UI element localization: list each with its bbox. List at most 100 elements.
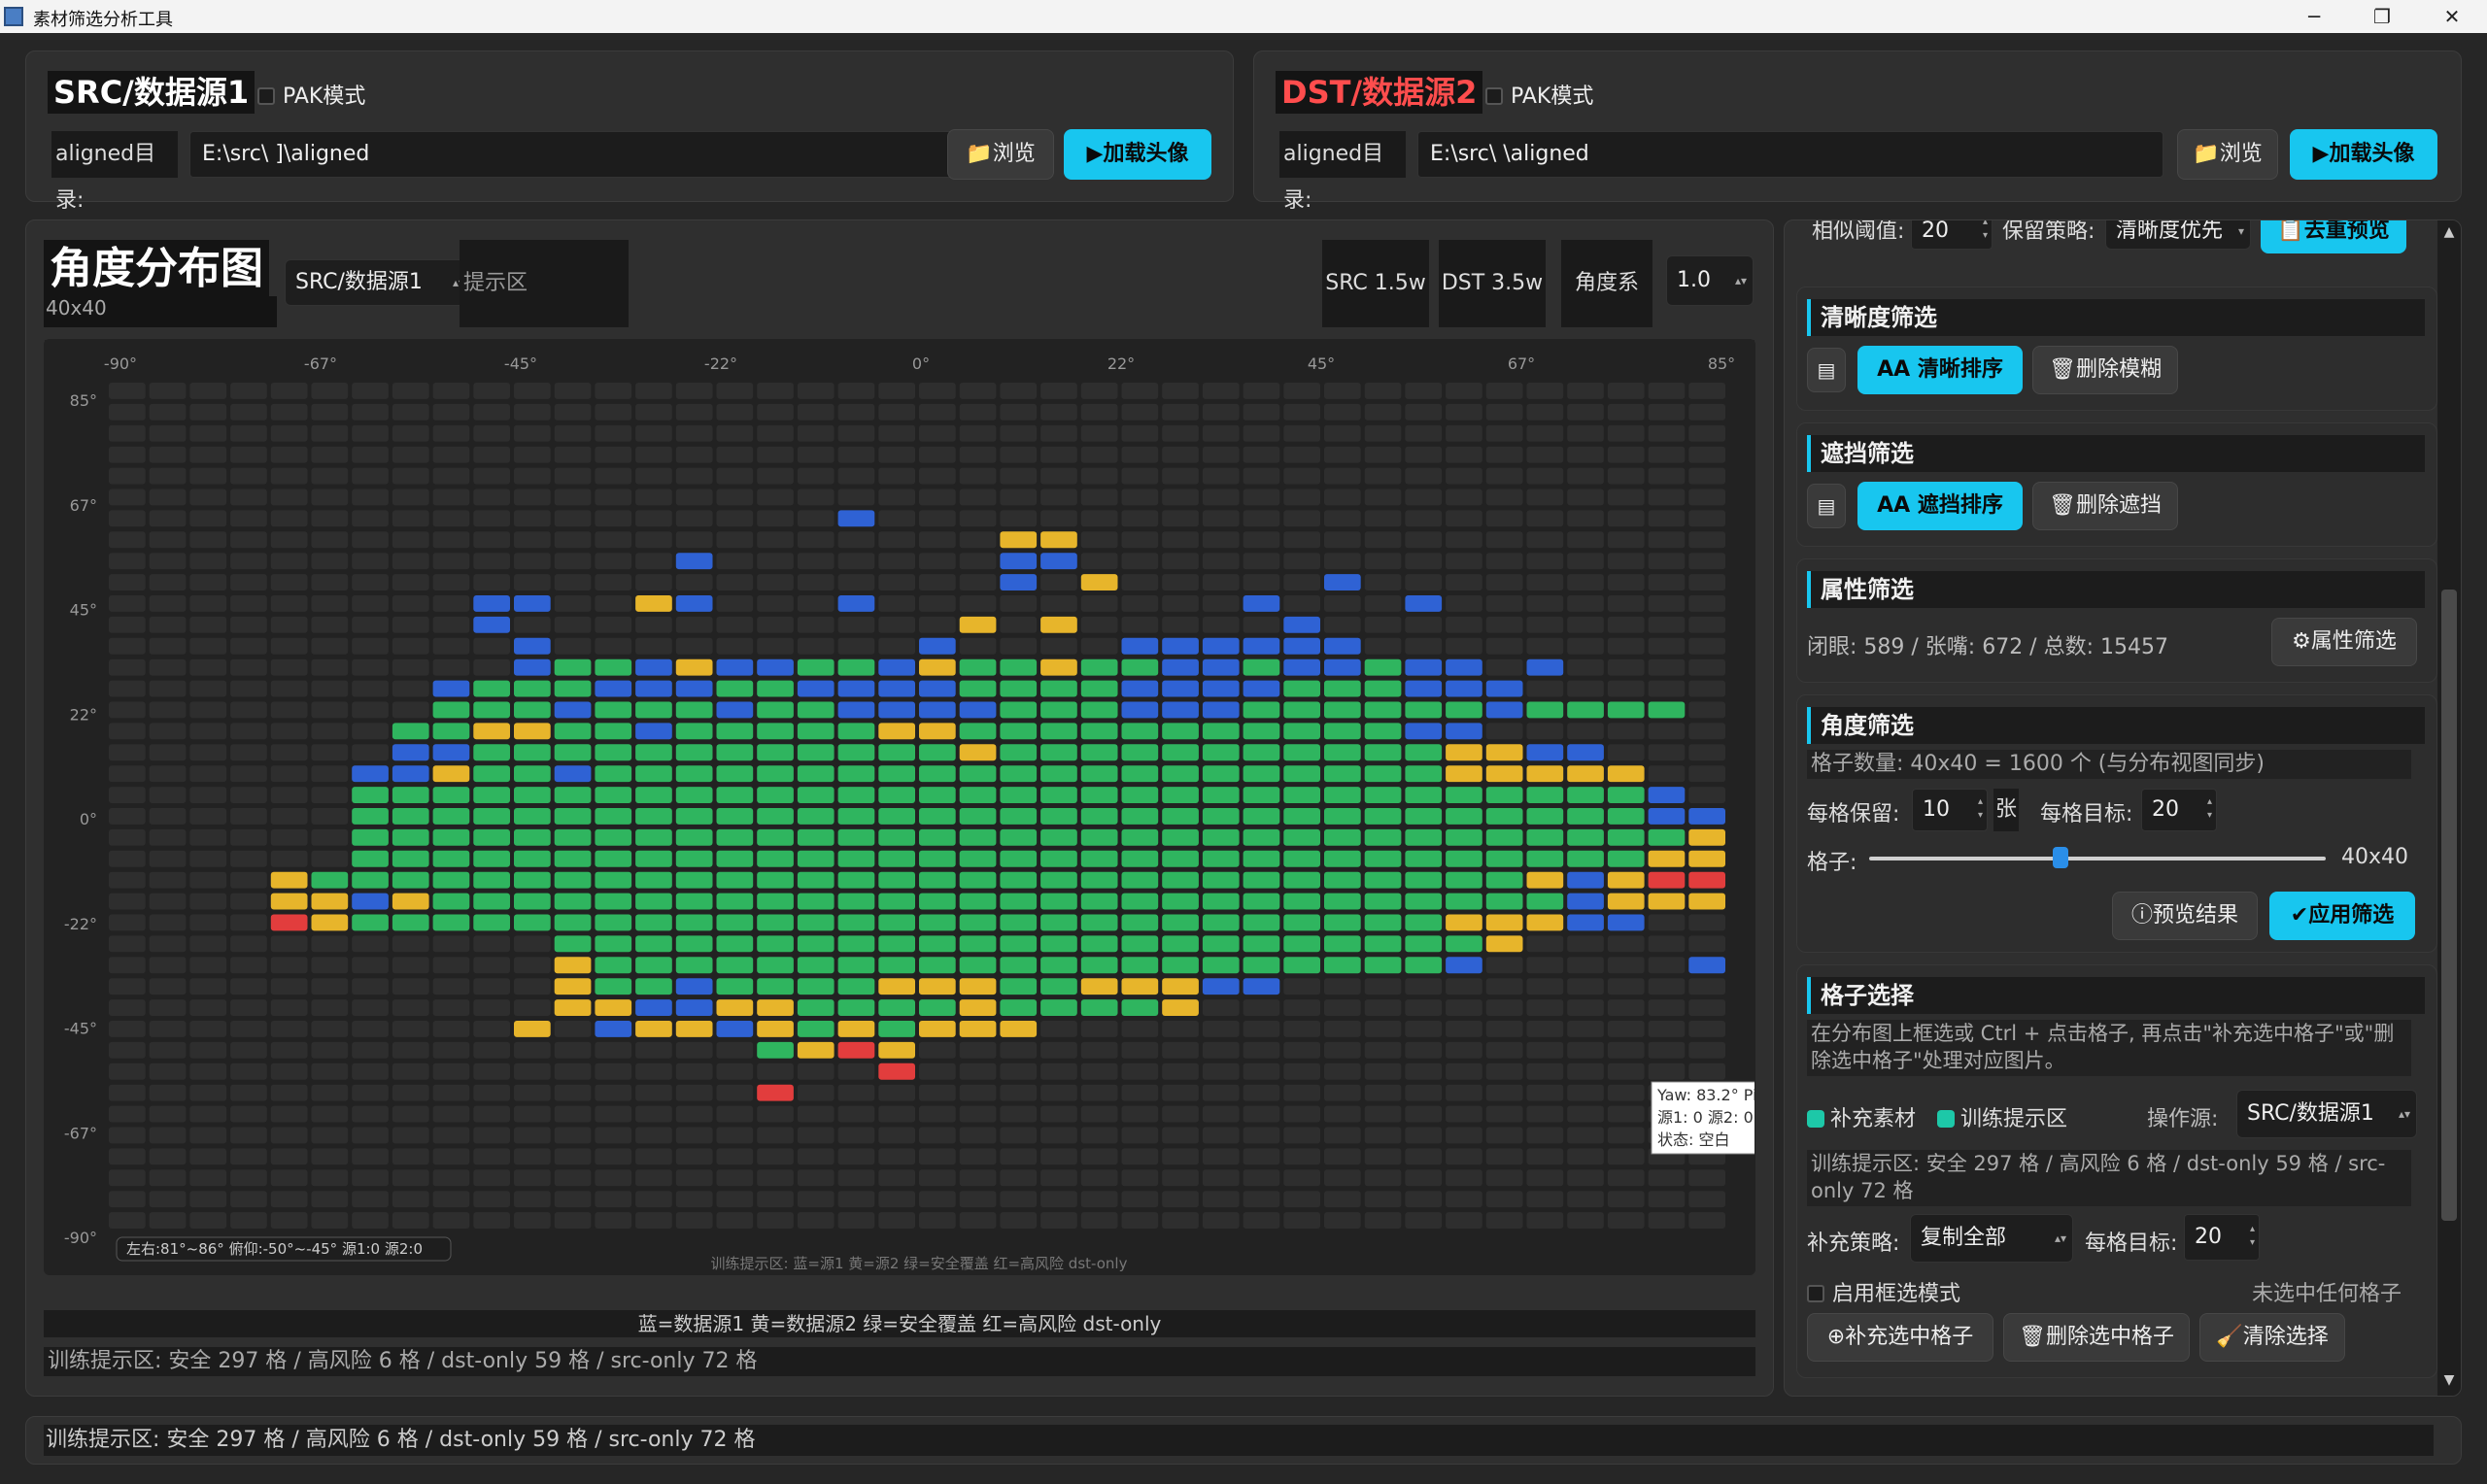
heatmap-cell[interactable] [1080, 701, 1118, 719]
empty-cell[interactable] [189, 1041, 227, 1059]
empty-cell[interactable] [1567, 1148, 1604, 1165]
empty-cell[interactable] [230, 1127, 267, 1144]
empty-cell[interactable] [149, 999, 187, 1016]
heatmap-cell[interactable] [675, 999, 713, 1016]
empty-cell[interactable] [635, 1169, 672, 1187]
empty-cell[interactable] [432, 1191, 470, 1208]
empty-cell[interactable] [1324, 595, 1361, 612]
empty-cell[interactable] [1040, 1105, 1077, 1123]
empty-cell[interactable] [635, 403, 672, 421]
empty-cell[interactable] [554, 1191, 592, 1208]
heatmap-cell[interactable] [1000, 765, 1038, 783]
heatmap-cell[interactable] [432, 744, 470, 761]
empty-cell[interactable] [635, 1041, 672, 1059]
heatmap-cell[interactable] [878, 978, 915, 995]
heatmap-cell[interactable] [675, 787, 713, 803]
heatmap-cell[interactable] [919, 999, 956, 1016]
empty-cell[interactable] [230, 1021, 267, 1037]
empty-cell[interactable] [311, 616, 349, 633]
heatmap-cell[interactable] [635, 595, 672, 612]
empty-cell[interactable] [392, 553, 429, 570]
empty-cell[interactable] [959, 403, 997, 421]
heatmap-cell[interactable] [635, 893, 672, 910]
heatmap-cell[interactable] [473, 893, 510, 910]
heatmap-cell[interactable] [1202, 658, 1240, 676]
heatmap-cell[interactable] [392, 914, 429, 931]
heatmap-cell[interactable] [1485, 744, 1523, 761]
empty-cell[interactable] [230, 637, 267, 655]
empty-cell[interactable] [1283, 999, 1320, 1016]
empty-cell[interactable] [797, 637, 835, 655]
empty-cell[interactable] [230, 531, 267, 549]
heatmap-cell[interactable] [837, 893, 875, 910]
empty-cell[interactable] [554, 637, 592, 655]
empty-cell[interactable] [352, 1084, 389, 1101]
heatmap-cell[interactable] [1526, 871, 1564, 889]
empty-cell[interactable] [837, 489, 875, 506]
heatmap-cell[interactable] [554, 871, 592, 889]
empty-cell[interactable] [595, 446, 632, 463]
empty-cell[interactable] [1526, 1127, 1564, 1144]
empty-cell[interactable] [230, 787, 267, 803]
empty-cell[interactable] [1364, 531, 1402, 549]
empty-cell[interactable] [1243, 1169, 1280, 1187]
empty-cell[interactable] [432, 574, 470, 590]
empty-cell[interactable] [959, 574, 997, 590]
heatmap-cell[interactable] [1405, 957, 1443, 974]
empty-cell[interactable] [837, 1169, 875, 1187]
heatmap-cell[interactable] [837, 658, 875, 676]
heatmap-cell[interactable] [1121, 680, 1159, 697]
heatmap-cell[interactable] [1648, 701, 1686, 719]
heatmap-cell[interactable] [1526, 893, 1564, 910]
empty-cell[interactable] [352, 978, 389, 995]
heatmap-cell[interactable] [757, 723, 794, 740]
empty-cell[interactable] [959, 446, 997, 463]
empty-cell[interactable] [189, 808, 227, 825]
heatmap-cell[interactable] [1567, 765, 1604, 783]
heatmap-cell[interactable] [675, 553, 713, 570]
empty-cell[interactable] [1688, 510, 1725, 527]
empty-cell[interactable] [1688, 1212, 1725, 1229]
heatmap-cell[interactable] [757, 935, 794, 953]
heatmap-cell[interactable] [1324, 680, 1361, 697]
empty-cell[interactable] [1485, 595, 1523, 612]
empty-cell[interactable] [311, 808, 349, 825]
empty-cell[interactable] [1688, 723, 1725, 740]
empty-cell[interactable] [473, 1169, 510, 1187]
empty-cell[interactable] [1000, 616, 1038, 633]
empty-cell[interactable] [1283, 403, 1320, 421]
empty-cell[interactable] [1526, 446, 1564, 463]
heatmap-cell[interactable] [392, 723, 429, 740]
empty-cell[interactable] [1283, 553, 1320, 570]
train-hint-toggle[interactable]: 训练提示区 [1937, 1101, 2067, 1132]
empty-cell[interactable] [1283, 595, 1320, 612]
heatmap-cell[interactable] [473, 828, 510, 846]
empty-cell[interactable] [1526, 531, 1564, 549]
empty-cell[interactable] [1121, 1127, 1159, 1144]
empty-cell[interactable] [837, 574, 875, 590]
empty-cell[interactable] [1364, 1084, 1402, 1101]
heatmap-cell[interactable] [595, 999, 632, 1016]
empty-cell[interactable] [1000, 424, 1038, 442]
empty-cell[interactable] [716, 1127, 754, 1144]
empty-cell[interactable] [149, 744, 187, 761]
empty-cell[interactable] [837, 616, 875, 633]
heatmap-cell[interactable] [635, 658, 672, 676]
heatmap-cell[interactable] [635, 914, 672, 931]
empty-cell[interactable] [1364, 978, 1402, 995]
empty-cell[interactable] [959, 467, 997, 485]
empty-cell[interactable] [514, 383, 551, 399]
empty-cell[interactable] [1324, 467, 1361, 485]
empty-cell[interactable] [1607, 1105, 1645, 1123]
empty-cell[interactable] [919, 574, 956, 590]
empty-cell[interactable] [1526, 403, 1564, 421]
empty-cell[interactable] [1121, 1148, 1159, 1165]
empty-cell[interactable] [1000, 383, 1038, 399]
heatmap-cell[interactable] [473, 723, 510, 740]
heatmap-cell[interactable] [1040, 828, 1077, 846]
empty-cell[interactable] [270, 574, 308, 590]
empty-cell[interactable] [837, 1084, 875, 1101]
empty-cell[interactable] [837, 553, 875, 570]
heatmap-cell[interactable] [1040, 616, 1077, 633]
empty-cell[interactable] [1121, 1169, 1159, 1187]
